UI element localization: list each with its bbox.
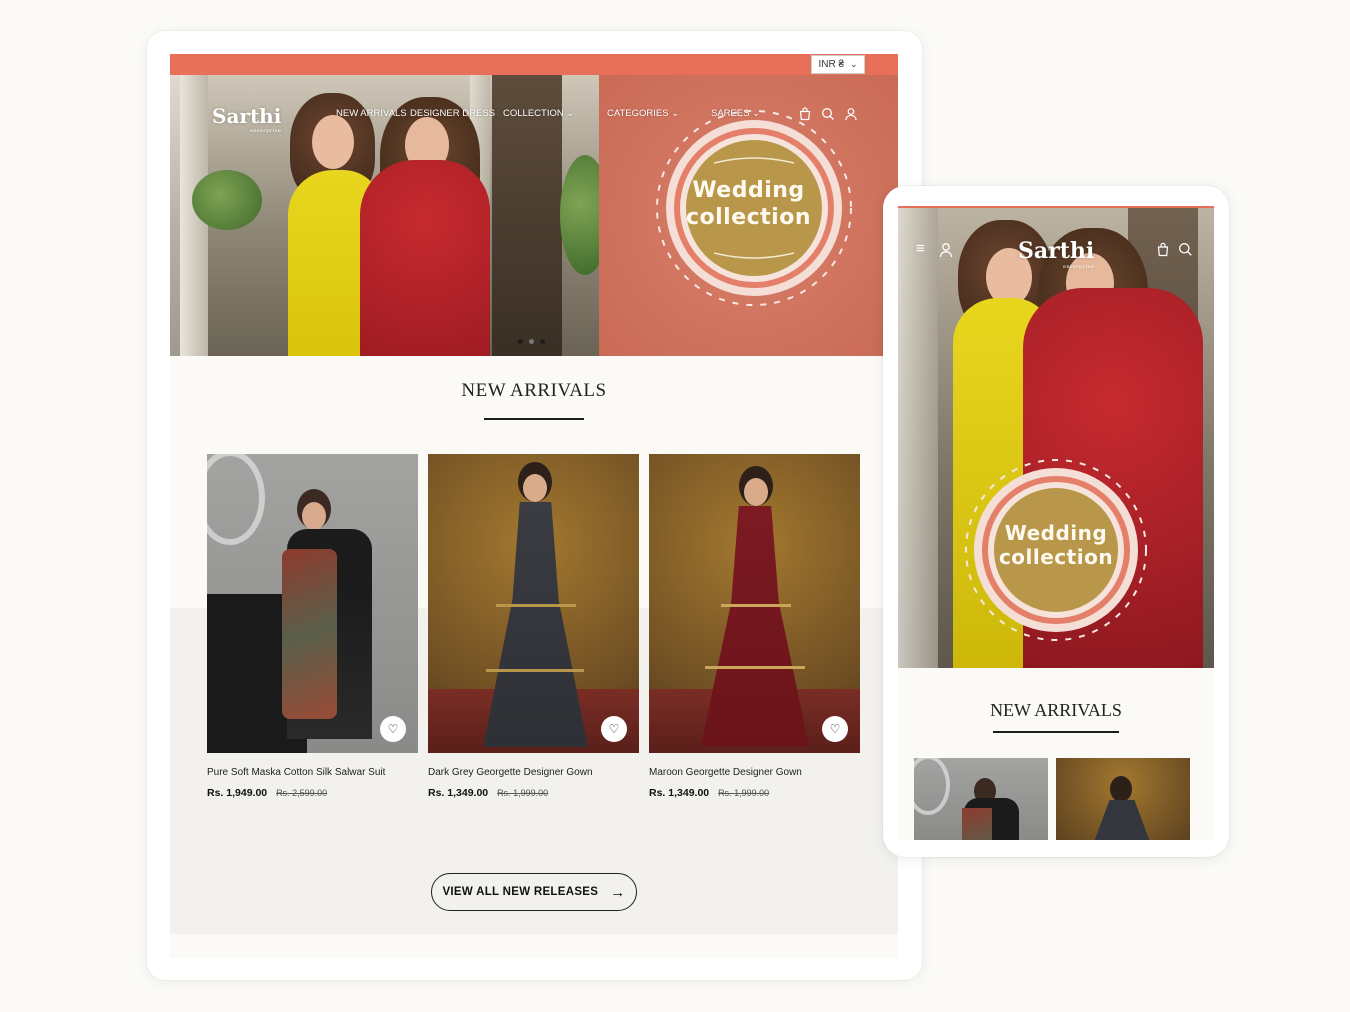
price-row: Rs. 1,349.00 Rs. 1,999.00 bbox=[428, 787, 639, 799]
search-icon[interactable] bbox=[1178, 242, 1193, 257]
nav-designer-dress[interactable]: DESIGNER DRESS bbox=[410, 108, 495, 119]
product-card[interactable]: ♡ Pure Soft Maska Cotton Silk Salwar Sui… bbox=[207, 454, 418, 799]
nav-collection[interactable]: COLLECTION ⌄ bbox=[503, 108, 574, 119]
product-thumbnail[interactable] bbox=[914, 758, 1048, 840]
wishlist-heart-icon[interactable]: ♡ bbox=[601, 716, 627, 742]
menu-icon[interactable]: ≡ bbox=[916, 240, 925, 257]
logo-text: Sarthi bbox=[212, 104, 282, 128]
nav-categories[interactable]: CATEGORIES ⌄ bbox=[607, 108, 679, 119]
title-underline bbox=[993, 731, 1119, 733]
product-price: Rs. 1,349.00 bbox=[428, 787, 489, 799]
desktop-screen: INR ₴ ⌄ Wedding collection Sarthi enterp… bbox=[170, 54, 898, 958]
product-image[interactable]: ♡ bbox=[649, 454, 860, 753]
store-logo[interactable]: Sarthi enterprise bbox=[1018, 238, 1094, 270]
bag-icon[interactable] bbox=[798, 107, 812, 121]
wishlist-heart-icon[interactable]: ♡ bbox=[380, 716, 406, 742]
arrow-right-icon: → bbox=[610, 883, 626, 901]
view-all-new-releases-button[interactable]: VIEW ALL NEW RELEASES → bbox=[431, 873, 637, 911]
logo-tagline: enterprise bbox=[1062, 264, 1095, 270]
bag-icon[interactable] bbox=[1156, 242, 1170, 257]
section-title: NEW ARRIVALS bbox=[461, 380, 607, 401]
banner-line-2: collection bbox=[685, 205, 812, 230]
product-compare-price: Rs. 1,999.00 bbox=[497, 788, 549, 798]
product-compare-price: Rs. 2,599.00 bbox=[276, 788, 328, 798]
price-row: Rs. 1,949.00 Rs. 2,599.00 bbox=[207, 787, 418, 799]
nav-sarees[interactable]: SAREES ⌄ bbox=[711, 108, 760, 119]
banner-line-1: Wedding bbox=[1004, 521, 1108, 545]
product-card[interactable]: ♡ Dark Grey Georgette Designer Gown Rs. … bbox=[428, 454, 639, 799]
product-card[interactable]: ♡ Maroon Georgette Designer Gown Rs. 1,3… bbox=[649, 454, 860, 799]
product-thumbnail[interactable] bbox=[1056, 758, 1190, 840]
user-icon[interactable] bbox=[844, 107, 858, 121]
hero-slider[interactable]: Wedding collection Sarthi enterprise NEW… bbox=[170, 75, 898, 356]
currency-selector[interactable]: INR ₴ ⌄ bbox=[811, 55, 865, 74]
announcement-bar: INR ₴ ⌄ bbox=[170, 54, 898, 75]
banner-line-1: Wedding bbox=[692, 178, 805, 203]
user-icon[interactable] bbox=[939, 242, 953, 258]
search-icon[interactable] bbox=[821, 107, 835, 121]
nav-new-arrivals[interactable]: NEW ARRIVALS bbox=[336, 108, 407, 119]
chevron-down-icon: ⌄ bbox=[850, 59, 858, 69]
product-price: Rs. 1,949.00 bbox=[207, 787, 268, 799]
product-name[interactable]: Maroon Georgette Designer Gown bbox=[649, 767, 860, 778]
product-compare-price: Rs. 1,999.00 bbox=[718, 788, 770, 798]
product-image[interactable]: ♡ bbox=[428, 454, 639, 753]
logo-text: Sarthi bbox=[1018, 238, 1095, 264]
slider-dots bbox=[518, 339, 545, 344]
view-all-label: VIEW ALL NEW RELEASES bbox=[442, 886, 599, 898]
title-underline bbox=[484, 418, 584, 420]
slider-dot[interactable] bbox=[529, 339, 534, 344]
slider-dot[interactable] bbox=[518, 339, 523, 344]
store-logo[interactable]: Sarthi enterprise bbox=[212, 104, 281, 134]
product-name[interactable]: Pure Soft Maska Cotton Silk Salwar Suit bbox=[207, 767, 418, 778]
mobile-screen: Wedding collection ≡ Sarthi enterprise N… bbox=[898, 206, 1214, 840]
price-row: Rs. 1,349.00 Rs. 1,999.00 bbox=[649, 787, 860, 799]
wishlist-heart-icon[interactable]: ♡ bbox=[822, 716, 848, 742]
section-title: NEW ARRIVALS bbox=[990, 700, 1122, 720]
product-price: Rs. 1,349.00 bbox=[649, 787, 710, 799]
currency-label: INR ₴ bbox=[818, 59, 844, 70]
slider-dot-active[interactable] bbox=[540, 339, 545, 344]
logo-tagline: enterprise bbox=[250, 128, 282, 134]
mobile-hero[interactable]: Wedding collection ≡ Sarthi enterprise bbox=[898, 208, 1214, 668]
product-image[interactable]: ♡ bbox=[207, 454, 418, 753]
banner-line-2: collection bbox=[998, 545, 1114, 569]
product-name[interactable]: Dark Grey Georgette Designer Gown bbox=[428, 767, 639, 778]
